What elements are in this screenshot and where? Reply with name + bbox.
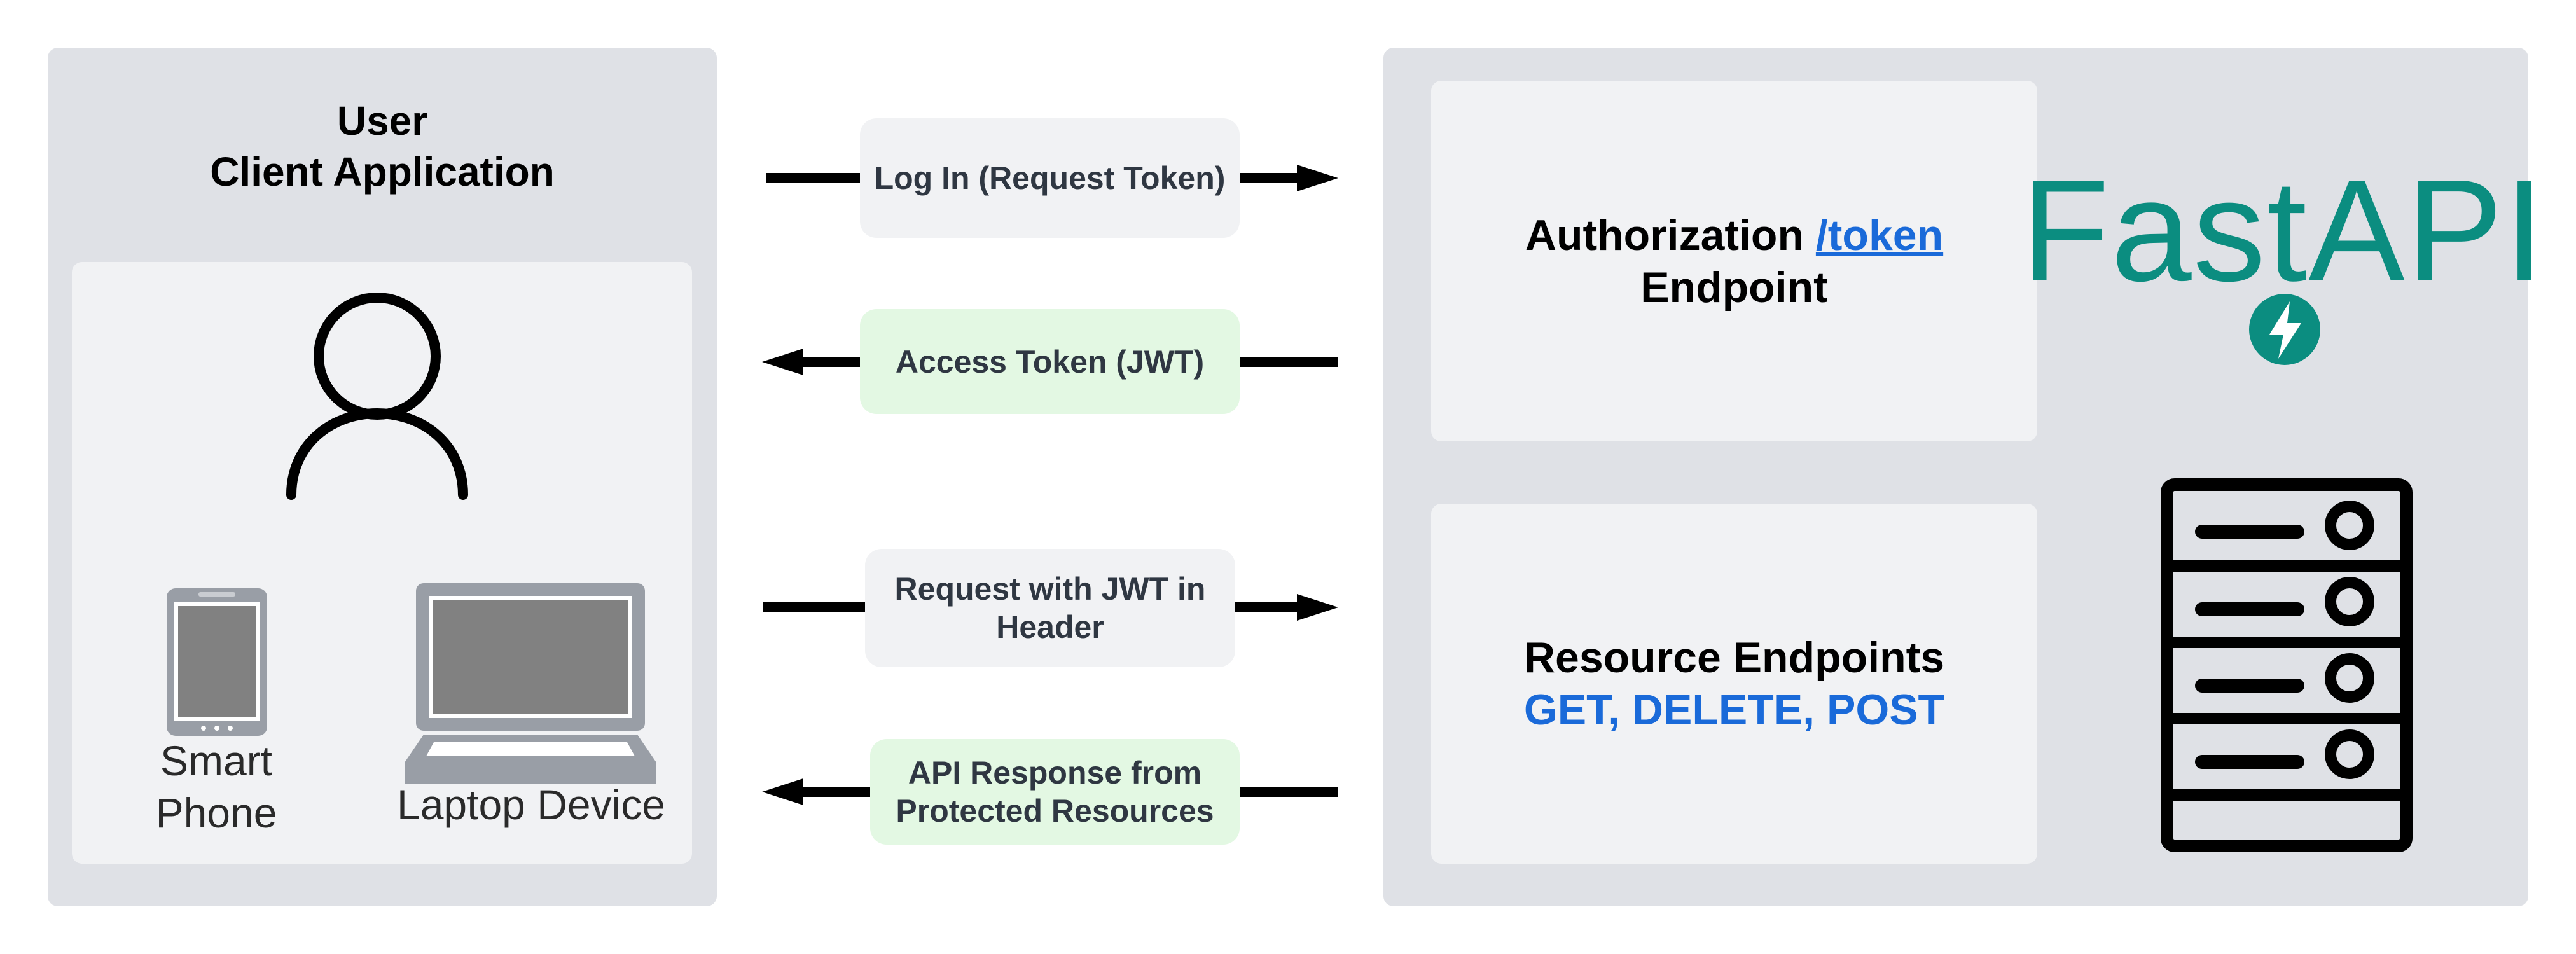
fastapi-wordmark: FastAPI xyxy=(2021,149,2546,312)
resource-endpoints-methods: GET, DELETE, POST xyxy=(1523,686,1945,734)
resource-endpoints-box: Resource Endpoints GET, DELETE, POST xyxy=(1431,504,2037,864)
laptop-icon xyxy=(405,583,656,784)
laptop-label: Laptop Device xyxy=(382,777,681,832)
response-message-line2: Protected Resources xyxy=(896,793,1214,829)
token-arrow-right-segment xyxy=(1240,356,1338,368)
laptop-label-text: Laptop Device xyxy=(397,781,665,828)
token-arrow-left xyxy=(762,347,861,377)
server-rack-icon xyxy=(2161,478,2413,852)
bolt-icon xyxy=(2248,293,2322,366)
auth-endpoint-prefix: Authorization xyxy=(1525,211,1816,259)
client-title: User Client Application xyxy=(48,89,717,204)
tablet-icon xyxy=(167,588,267,736)
token-link[interactable]: /token xyxy=(1816,211,1943,259)
request-arrow-left-segment xyxy=(763,601,866,614)
auth-endpoint-line1: Authorization /token xyxy=(1525,209,1943,261)
auth-endpoint-line2: Endpoint xyxy=(1640,263,1828,312)
login-arrow-left-segment xyxy=(766,172,863,184)
login-message: Log In (Request Token) xyxy=(860,118,1240,238)
user-icon xyxy=(280,293,483,509)
login-arrow-right xyxy=(1240,163,1338,193)
access-token-message: Access Token (JWT) xyxy=(860,309,1240,414)
access-token-message-text: Access Token (JWT) xyxy=(895,343,1205,380)
response-message-line1: API Response from xyxy=(908,755,1202,791)
phone-label-line1: Smart xyxy=(160,737,273,784)
response-message: API Response from Protected Resources xyxy=(870,739,1240,845)
resource-endpoints-title: Resource Endpoints xyxy=(1523,633,1945,682)
request-message-line1: Request with JWT in xyxy=(894,571,1206,607)
fastapi-logo: FastAPI xyxy=(2021,158,2545,304)
login-message-text: Log In (Request Token) xyxy=(874,160,1226,196)
phone-label: Smart Phone xyxy=(127,733,305,841)
client-title-line2: Client Application xyxy=(210,149,555,195)
response-arrow-right-segment xyxy=(1240,785,1338,798)
request-arrow-right xyxy=(1235,593,1338,622)
auth-endpoint-box: Authorization /token Endpoint xyxy=(1431,81,2037,441)
request-message-line2: Header xyxy=(996,609,1104,645)
request-message: Request with JWT in Header xyxy=(865,549,1235,667)
client-title-line1: User xyxy=(336,98,428,144)
phone-label-line2: Phone xyxy=(155,789,277,836)
response-arrow-left xyxy=(762,777,871,806)
